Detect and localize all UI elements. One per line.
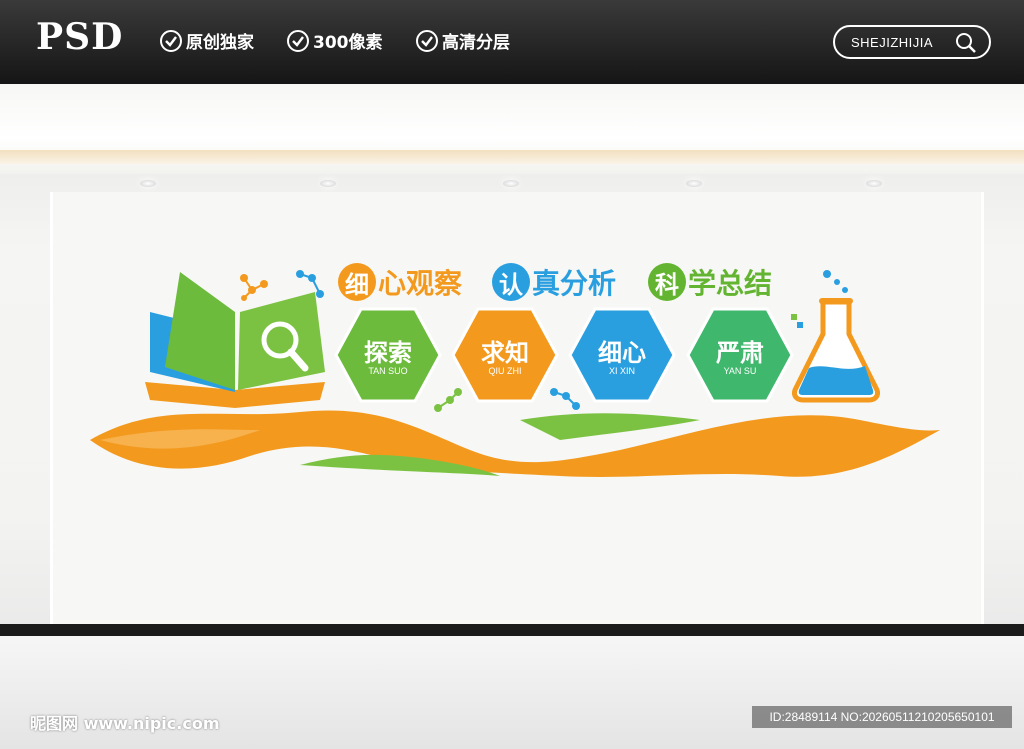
hexagon-careful: 细心 XI XIN [568, 307, 676, 403]
watermark-site: 昵图网 www.nipic.com [30, 714, 220, 733]
watermark-id: ID:28489114 NO:20260511210205650101 [752, 706, 1012, 728]
hexagon-serious: 严肃 YAN SU [686, 307, 794, 403]
hexagon-seek-knowledge: 求知 QIU ZHI [451, 307, 559, 403]
title-segment-observe: 细 心观察 [338, 262, 462, 302]
molecule-icon [296, 270, 324, 298]
hexagon-explore: 探索 TAN SUO [334, 307, 442, 403]
hexagon-subtitle: YAN SU [723, 366, 757, 376]
title-text: 学总结 [688, 267, 773, 300]
hexagon-title: 细心 [598, 339, 646, 367]
hexagon-subtitle: TAN SUO [368, 366, 408, 376]
baseboard [0, 624, 1024, 636]
hexagon-subtitle: XI XIN [608, 366, 635, 376]
flask-icon [791, 270, 880, 403]
title-segment-analyze: 认 真分析 [492, 262, 616, 302]
title-circle-char: 科 [648, 263, 686, 301]
title-segment-summarize: 科 学总结 [648, 262, 772, 302]
molecule-icon [240, 274, 268, 301]
title-text: 心观察 [378, 267, 463, 300]
hexagon-title: 求知 [481, 339, 529, 367]
title-circle-char: 认 [492, 263, 530, 301]
hexagon-title: 严肃 [716, 339, 764, 367]
hexagon-subtitle: QIU ZHI [488, 366, 522, 376]
title-circle-char: 细 [338, 263, 376, 301]
title-text: 真分析 [532, 267, 617, 300]
hexagon-title: 探索 [364, 339, 412, 367]
